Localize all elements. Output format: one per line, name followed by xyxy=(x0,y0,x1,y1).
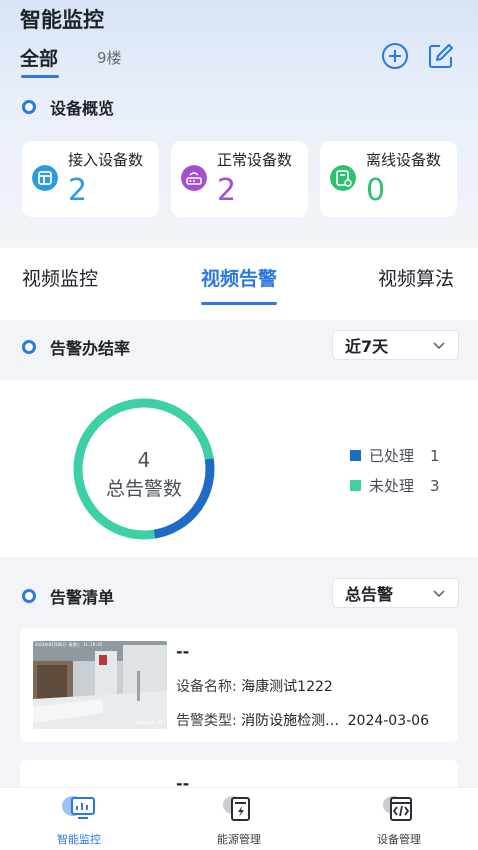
bottom-nav: 智能监控 能源管理 设备管理 xyxy=(0,787,478,850)
alarm-list-header: 告警清单 xyxy=(22,584,114,608)
rate-title: 告警办结率 xyxy=(50,339,131,358)
overview-section-header: 设备概览 xyxy=(22,95,114,119)
energy-icon xyxy=(223,796,250,821)
nav-item-smart-monitor[interactable]: 智能监控 xyxy=(34,794,124,847)
legend-swatch xyxy=(350,450,361,461)
nav-item-energy[interactable]: 能源管理 xyxy=(194,794,284,847)
alarm-type-row: 告警类型: 消防设施检测… 2024-03-06 xyxy=(176,710,429,730)
main-tab-indicator xyxy=(201,302,277,305)
page-title: 智能监控 xyxy=(20,8,104,32)
section-bullet-icon xyxy=(22,100,36,114)
alarm-device-row: 设备名称: 海康测试1222 xyxy=(176,676,333,696)
alarm-filter-select[interactable]: 总告警 xyxy=(332,578,459,608)
alarm-list-title: 告警清单 xyxy=(50,588,115,607)
stat-card-normal[interactable]: 正常设备数 2 xyxy=(171,141,308,217)
legend-swatch xyxy=(350,480,361,491)
stat-value: 0 xyxy=(366,173,386,208)
range-select[interactable]: 近7天 xyxy=(332,330,459,360)
stat-card-offline[interactable]: 离线设备数 0 xyxy=(320,141,457,217)
alarm-snapshot-image[interactable]: 2024年03月06日 星期三 11:19:45 Camera 01 xyxy=(33,641,167,729)
tab-all[interactable]: 全部 xyxy=(20,44,58,71)
router-icon xyxy=(181,165,207,191)
offline-device-icon xyxy=(330,165,356,191)
stat-card-connected[interactable]: 接入设备数 2 xyxy=(22,141,159,217)
rate-section-header: 告警办结率 xyxy=(22,335,130,359)
section-bullet-icon xyxy=(22,589,36,603)
device-name-value: 海康测试1222 xyxy=(241,679,333,695)
stat-label: 离线设备数 xyxy=(366,151,442,169)
nav-label: 设备管理 xyxy=(377,833,421,846)
tab-video-monitor[interactable]: 视频监控 xyxy=(22,264,98,291)
alarm-title: -- xyxy=(176,642,190,661)
overview-title: 设备概览 xyxy=(50,99,115,118)
legend-unprocessed: 未处理 3 xyxy=(350,475,440,496)
legend-label: 未处理 xyxy=(369,477,415,495)
legend-processed: 已处理 1 xyxy=(350,445,440,466)
snapshot-timestamp: 2024年03月06日 星期三 11:19:45 xyxy=(35,642,103,647)
legend-count: 3 xyxy=(430,476,440,495)
tab-video-algorithm[interactable]: 视频算法 xyxy=(378,264,454,291)
tab-video-alarm[interactable]: 视频告警 xyxy=(201,264,277,291)
alarm-type-label: 告警类型: xyxy=(176,713,237,729)
monitor-chart-icon xyxy=(62,796,95,819)
edit-icon[interactable] xyxy=(427,42,455,70)
device-name-label: 设备名称: xyxy=(176,679,237,695)
stat-label: 接入设备数 xyxy=(68,151,144,169)
stat-value: 2 xyxy=(217,173,237,208)
device-icon xyxy=(32,165,58,191)
nav-label: 智能监控 xyxy=(57,833,101,846)
alarm-filter-value: 总告警 xyxy=(345,585,394,604)
legend-count: 1 xyxy=(430,446,440,465)
alarm-card[interactable]: 2024年03月06日 星期三 11:19:45 Camera 01 -- 设备… xyxy=(20,628,458,742)
snapshot-camera-label: Camera 01 xyxy=(135,720,163,726)
chevron-down-icon xyxy=(433,590,445,598)
chevron-down-icon xyxy=(433,342,445,350)
nav-item-device[interactable]: 设备管理 xyxy=(354,794,444,847)
range-select-value: 近7天 xyxy=(345,337,389,356)
alarm-date: 2024-03-06 xyxy=(347,713,429,729)
alarm-type-value: 消防设施检测… xyxy=(241,713,340,729)
legend-label: 已处理 xyxy=(369,447,415,465)
stat-label: 正常设备数 xyxy=(217,151,293,169)
nav-label: 能源管理 xyxy=(217,833,261,846)
device-code-icon xyxy=(383,796,412,821)
stat-value: 2 xyxy=(68,173,88,208)
donut-total-label: 总告警数 xyxy=(105,478,182,500)
donut-total-value: 4 xyxy=(137,448,151,472)
tab-active-indicator xyxy=(21,75,59,78)
section-bullet-icon xyxy=(22,340,36,354)
tab-floor-9[interactable]: 9楼 xyxy=(97,47,122,68)
add-circle-icon[interactable] xyxy=(381,42,409,70)
